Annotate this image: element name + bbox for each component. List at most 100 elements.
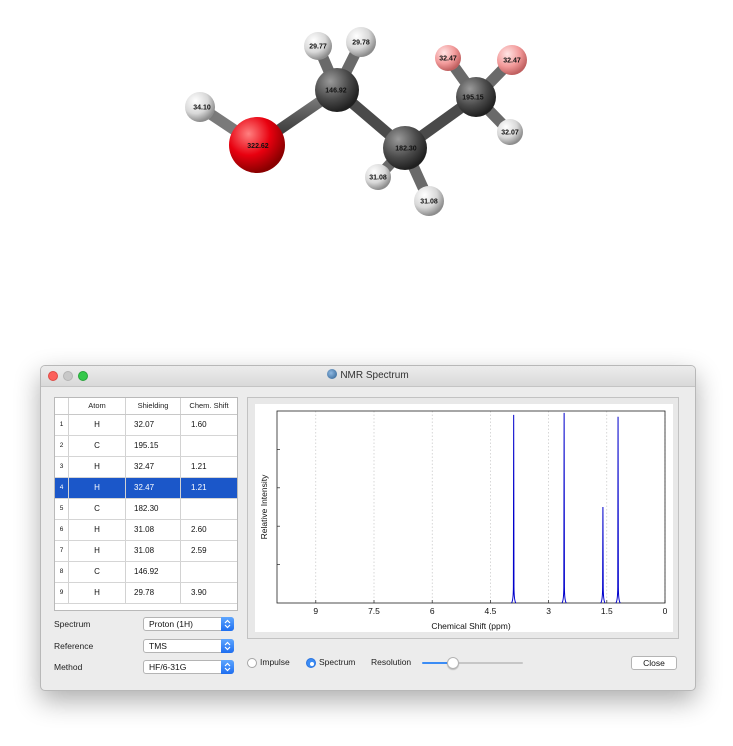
atom-cell: H bbox=[68, 583, 125, 603]
atom-label: 31.08 bbox=[420, 199, 438, 206]
chem-shift-cell: 1.60 bbox=[180, 415, 237, 435]
atom-label: 32.47 bbox=[439, 56, 457, 63]
molecule-view: 29.77 29.78 34.10 146.92 322.62 31.08 18… bbox=[185, 27, 527, 216]
chem-shift-cell bbox=[180, 562, 237, 582]
atom-cell: C bbox=[68, 436, 125, 456]
table-row[interactable]: 6 H 31.08 2.60 bbox=[55, 520, 237, 541]
reference-select-value: TMS bbox=[149, 641, 167, 651]
row-index-cell: 1 bbox=[59, 421, 64, 428]
atom-cell: H bbox=[68, 415, 125, 435]
table-header: Atom Shielding Chem. Shift bbox=[55, 398, 237, 415]
table-row[interactable]: 3 H 32.47 1.21 bbox=[55, 457, 237, 478]
chem-shift-cell: 1.21 bbox=[180, 478, 237, 498]
shielding-cell: 146.92 bbox=[125, 562, 180, 582]
row-index-cell: 8 bbox=[59, 568, 64, 575]
method-select-value: HF/6-31G bbox=[149, 662, 187, 672]
impulse-radio[interactable] bbox=[247, 658, 257, 668]
atom-cell: C bbox=[68, 499, 125, 519]
atom-label: 34.10 bbox=[193, 105, 211, 112]
shielding-cell: 31.08 bbox=[125, 520, 180, 540]
method-select[interactable]: HF/6-31G bbox=[143, 660, 234, 674]
plot-background bbox=[255, 404, 673, 632]
column-header-shielding[interactable]: Shielding bbox=[125, 398, 180, 414]
chem-shift-cell: 3.90 bbox=[180, 583, 237, 603]
x-tick-label: 4.5 bbox=[484, 606, 496, 616]
chem-shift-cell: 2.60 bbox=[180, 520, 237, 540]
atom-label: 32.07 bbox=[501, 130, 519, 137]
column-header-atom[interactable]: Atom bbox=[68, 398, 125, 414]
shielding-cell: 195.15 bbox=[125, 436, 180, 456]
atom-label: 195.15 bbox=[462, 95, 484, 102]
atom-cell: H bbox=[68, 478, 125, 498]
spectrum-select[interactable]: Proton (1H) bbox=[143, 617, 234, 631]
x-tick-label: 0 bbox=[663, 606, 668, 616]
close-button[interactable]: Close bbox=[631, 656, 677, 670]
chem-shift-cell: 2.59 bbox=[180, 541, 237, 561]
atom-label: 29.77 bbox=[309, 44, 327, 51]
reference-select[interactable]: TMS bbox=[143, 639, 234, 653]
atom-cell: H bbox=[68, 520, 125, 540]
spectrum-radio-label[interactable]: Spectrum bbox=[319, 657, 355, 667]
atom-cell: H bbox=[68, 541, 125, 561]
table-row[interactable]: 2 C 195.15 bbox=[55, 436, 237, 457]
atom-label: 322.62 bbox=[247, 143, 269, 150]
resolution-label: Resolution bbox=[371, 657, 412, 667]
spectrum-label: Spectrum bbox=[54, 619, 91, 629]
table-row[interactable]: 7 H 31.08 2.59 bbox=[55, 541, 237, 562]
method-label: Method bbox=[54, 662, 83, 672]
impulse-radio-label[interactable]: Impulse bbox=[260, 657, 290, 667]
spectrum-plot-panel: 9 7.5 6 4.5 3 1.5 0 Chemical Shift (ppm) Relat… bbox=[247, 397, 679, 639]
atom-label: 29.78 bbox=[352, 40, 370, 47]
x-axis-label: Chemical Shift (ppm) bbox=[431, 621, 511, 631]
window-title: NMR Spectrum bbox=[41, 366, 695, 386]
x-tick-label: 1.5 bbox=[601, 606, 613, 616]
atom-cell: C bbox=[68, 562, 125, 582]
shielding-cell: 31.08 bbox=[125, 541, 180, 561]
chevron-updown-icon bbox=[221, 639, 234, 653]
nmr-spectrum-window: NMR Spectrum Atom Shielding Chem. Shift … bbox=[40, 365, 696, 691]
title-bar[interactable]: NMR Spectrum bbox=[41, 366, 695, 387]
row-index-cell: 7 bbox=[59, 547, 64, 554]
column-header-index[interactable] bbox=[55, 398, 68, 414]
row-index-cell: 9 bbox=[59, 589, 64, 596]
column-header-chem-shift[interactable]: Chem. Shift bbox=[180, 398, 237, 414]
shielding-cell: 32.07 bbox=[125, 415, 180, 435]
atom-label: 146.92 bbox=[325, 88, 347, 95]
table-row[interactable]: 5 C 182.30 bbox=[55, 499, 237, 520]
x-tick-label: 7.5 bbox=[368, 606, 380, 616]
row-index-cell: 3 bbox=[59, 463, 64, 470]
window-title-text: NMR Spectrum bbox=[340, 370, 409, 381]
chem-shift-cell bbox=[180, 436, 237, 456]
spectrum-radio[interactable] bbox=[306, 658, 316, 668]
shielding-cell: 29.78 bbox=[125, 583, 180, 603]
shielding-cell: 32.47 bbox=[125, 478, 180, 498]
atom-label: 32.47 bbox=[503, 58, 521, 65]
atom-label: 182.30 bbox=[395, 146, 417, 153]
row-index-cell: 6 bbox=[59, 526, 64, 533]
chevron-updown-icon bbox=[221, 660, 234, 674]
atoms: 29.77 29.78 34.10 146.92 322.62 31.08 18… bbox=[185, 27, 527, 216]
x-tick-label: 6 bbox=[430, 606, 435, 616]
reference-label: Reference bbox=[54, 641, 94, 651]
shielding-table[interactable]: Atom Shielding Chem. Shift 1 H 32.07 1.60 2 C… bbox=[54, 397, 238, 611]
atom-label: 31.08 bbox=[369, 175, 387, 182]
nmr-spectrum-chart: 9 7.5 6 4.5 3 1.5 0 Chemical Shift (ppm) Relat… bbox=[255, 404, 673, 632]
table-row[interactable]: 8 C 146.92 bbox=[55, 562, 237, 583]
y-axis-label: Relative Intensity bbox=[259, 474, 269, 539]
table-row[interactable]: 9 H 29.78 3.90 bbox=[55, 583, 237, 604]
nmr-app-icon bbox=[327, 369, 338, 379]
table-row[interactable]: 4 H 32.47 1.21 bbox=[55, 478, 237, 499]
row-index-cell: 5 bbox=[59, 505, 64, 512]
resolution-slider-track[interactable] bbox=[455, 662, 523, 664]
table-row[interactable]: 1 H 32.07 1.60 bbox=[55, 415, 237, 436]
x-tick-label: 3 bbox=[546, 606, 551, 616]
spectrum-select-value: Proton (1H) bbox=[149, 619, 193, 629]
row-index-cell: 4 bbox=[59, 484, 64, 491]
chem-shift-cell bbox=[180, 499, 237, 519]
x-tick-label: 9 bbox=[313, 606, 318, 616]
row-index-cell: 2 bbox=[59, 442, 64, 449]
chem-shift-cell: 1.21 bbox=[180, 457, 237, 477]
shielding-cell: 32.47 bbox=[125, 457, 180, 477]
resolution-slider-knob[interactable] bbox=[447, 657, 459, 669]
radio-selected-dot bbox=[310, 662, 314, 666]
